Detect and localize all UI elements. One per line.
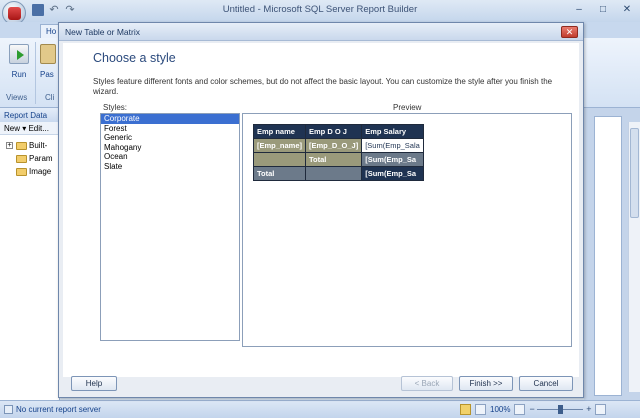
- style-item-corporate[interactable]: Corporate: [101, 114, 239, 124]
- step-heading: Choose a style: [93, 51, 176, 65]
- tree-item-label: Param: [29, 154, 53, 163]
- zoom-level: 100%: [490, 405, 511, 414]
- close-window-button[interactable]: ✕: [618, 3, 636, 17]
- report-data-header: Report Data: [0, 108, 59, 122]
- report-data-toolbar[interactable]: New ▾ Edit...: [0, 122, 59, 135]
- style-item-slate[interactable]: Slate: [101, 162, 239, 172]
- preview-cell: Emp Salary: [361, 124, 424, 139]
- lock-icon[interactable]: [460, 404, 471, 415]
- folder-icon: [16, 167, 27, 176]
- new-table-matrix-dialog: New Table or Matrix ✕ Choose a style Sty…: [58, 22, 584, 398]
- paste-icon: [40, 44, 56, 64]
- style-list[interactable]: Corporate Forest Generic Mahogany Ocean …: [100, 113, 240, 341]
- paste-button[interactable]: Pas: [40, 44, 58, 88]
- zoom-plus-icon[interactable]: +: [586, 404, 591, 414]
- finish-button[interactable]: Finish >>: [459, 376, 513, 391]
- tree-item[interactable]: + Built-: [0, 139, 59, 152]
- app-title: Untitled - Microsoft SQL Server Report B…: [222, 4, 418, 15]
- preview-cell: [Sum(Emp_Sala: [361, 138, 424, 153]
- window-controls: – □ ✕: [570, 3, 636, 17]
- preview-cell: [Sum(Emp_Sa: [361, 152, 424, 167]
- minimize-button[interactable]: –: [570, 3, 588, 17]
- preview-group-row: [Emp_name] [Emp_D_O_J] [Sum(Emp_Sala: [252, 138, 424, 153]
- zoom-minus-icon[interactable]: −: [529, 404, 534, 414]
- view-icon[interactable]: [475, 404, 486, 415]
- zoom-slider[interactable]: − +: [529, 404, 591, 415]
- back-button[interactable]: < Back: [401, 376, 453, 391]
- style-item-ocean[interactable]: Ocean: [101, 152, 239, 162]
- run-button[interactable]: Run: [6, 44, 32, 88]
- run-label: Run: [11, 70, 27, 79]
- cancel-button[interactable]: Cancel: [519, 376, 573, 391]
- dialog-body: Choose a style Styles feature different …: [63, 43, 579, 377]
- status-tools: 100% − +: [460, 404, 607, 415]
- server-status-icon: [4, 405, 13, 414]
- style-item-generic[interactable]: Generic: [101, 133, 239, 143]
- style-item-mahogany[interactable]: Mahogany: [101, 143, 239, 153]
- design-surface: [584, 108, 640, 400]
- preview-cell: [252, 152, 307, 167]
- tree-item-label: Built-: [29, 141, 48, 150]
- zoom-in-icon[interactable]: [595, 404, 607, 415]
- preview-cell: [Emp_name]: [252, 138, 307, 153]
- dialog-close-button[interactable]: ✕: [561, 26, 578, 38]
- dialog-footer: Help < Back Finish >> Cancel: [63, 369, 579, 393]
- styles-label: Styles:: [103, 103, 128, 112]
- tree-item[interactable]: Image: [0, 165, 59, 178]
- run-icon: [9, 44, 29, 64]
- preview-grand-total-row: Total [Sum(Emp_Sa: [252, 166, 424, 181]
- ribbon-group-divider: [35, 42, 36, 104]
- preview-cell: [Sum(Emp_Sa: [361, 166, 424, 181]
- server-status: No current report server: [16, 405, 101, 414]
- preview-cell: Total: [252, 166, 307, 181]
- dialog-title: New Table or Matrix: [65, 27, 140, 37]
- dialog-title-bar: New Table or Matrix ✕: [59, 23, 583, 41]
- zoom-out-icon[interactable]: [514, 404, 526, 415]
- report-data-panel: Report Data New ▾ Edit... + Built- Param…: [0, 108, 60, 400]
- scrollbar-thumb[interactable]: [630, 128, 639, 218]
- preview-cell: [305, 166, 363, 181]
- tree-item-label: Image: [29, 167, 52, 176]
- vertical-scrollbar[interactable]: [628, 122, 640, 392]
- preview-subtotal-row: Total [Sum(Emp_Sa: [252, 152, 424, 167]
- tree-item[interactable]: Param: [0, 152, 59, 165]
- preview-cell: Total: [305, 152, 363, 167]
- preview-cell: Emp name: [252, 124, 307, 139]
- preview-header-row: Emp name Emp D O J Emp Salary: [252, 124, 424, 139]
- clipboard-group-label: Cli: [45, 93, 55, 102]
- style-item-forest[interactable]: Forest: [101, 124, 239, 134]
- app-title-bar: ↶ ↷ Untitled - Microsoft SQL Server Repo…: [0, 0, 640, 25]
- step-description: Styles feature different fonts and color…: [93, 77, 553, 96]
- preview-label: Preview: [393, 103, 422, 112]
- preview-table: Emp name Emp D O J Emp Salary [Emp_name]…: [252, 124, 424, 181]
- help-button[interactable]: Help: [71, 376, 117, 391]
- report-data-tree: + Built- Param Image: [0, 135, 59, 178]
- status-bar: No current report server 100% − +: [0, 400, 640, 418]
- report-canvas[interactable]: [594, 116, 622, 396]
- style-preview: Emp name Emp D O J Emp Salary [Emp_name]…: [242, 113, 572, 347]
- preview-cell: Emp D O J: [305, 124, 363, 139]
- zoom-thumb[interactable]: [557, 405, 563, 414]
- folder-icon: [16, 154, 27, 163]
- preview-cell: [Emp_D_O_J]: [305, 138, 363, 153]
- views-group-label: Views: [6, 93, 28, 102]
- folder-icon: [16, 141, 27, 150]
- maximize-button[interactable]: □: [594, 3, 612, 17]
- expand-icon[interactable]: +: [6, 142, 13, 149]
- paste-label: Pas: [40, 70, 54, 79]
